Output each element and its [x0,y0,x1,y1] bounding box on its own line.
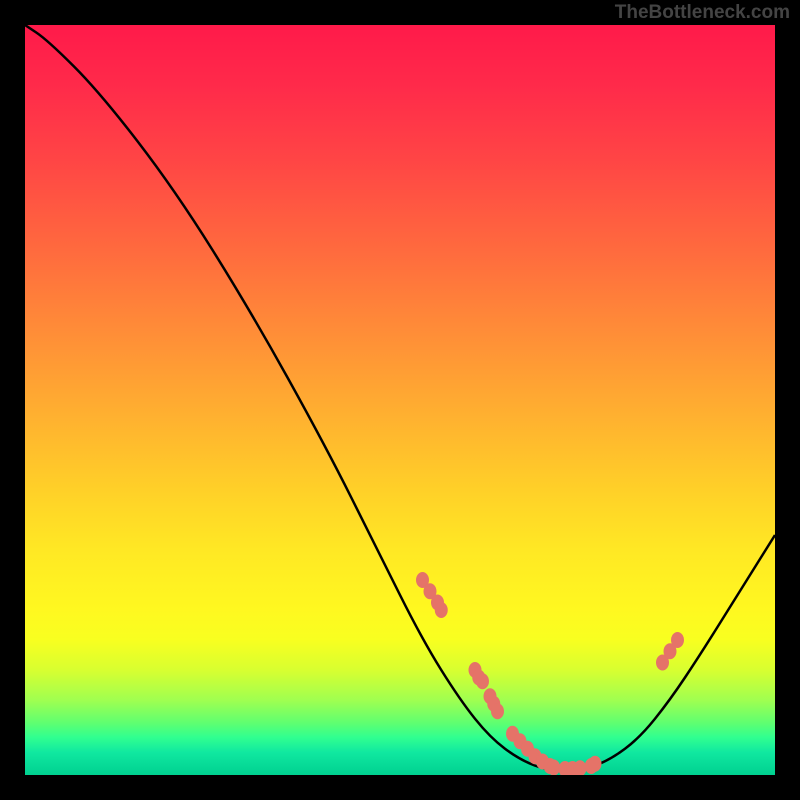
chart-svg [25,25,775,775]
chart-plot-area [25,25,775,775]
chart-marker [491,703,504,719]
chart-marker [547,760,560,776]
chart-marker [435,602,448,618]
chart-marker [589,756,602,772]
chart-marker [476,673,489,689]
chart-marker [671,632,684,648]
chart-markers [416,572,684,775]
watermark-text: TheBottleneck.com [615,2,790,24]
